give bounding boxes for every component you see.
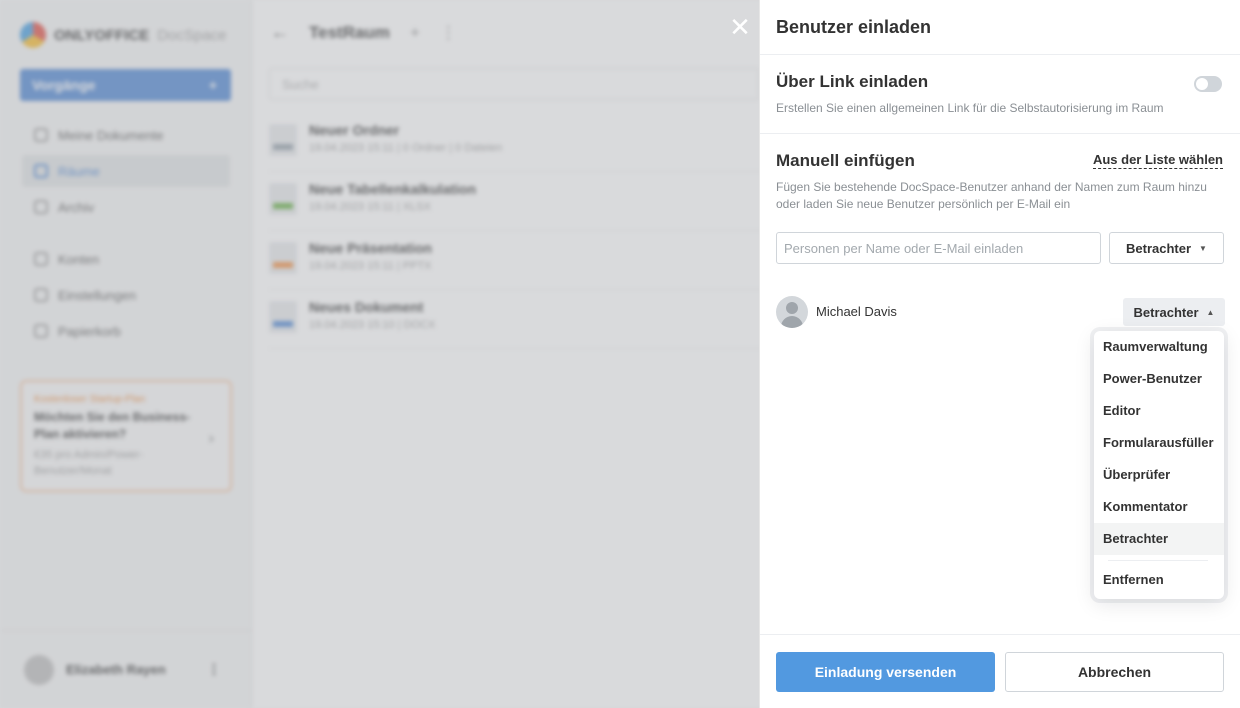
menu-divider <box>1108 560 1208 561</box>
caret-down-icon: ▼ <box>1199 243 1207 253</box>
avatar-shoulders <box>781 316 803 328</box>
role-option-form-filler[interactable]: Formularausfüller <box>1094 427 1224 459</box>
choose-from-list-link[interactable]: Aus der Liste wählen <box>1092 152 1223 169</box>
invite-link-toggle[interactable] <box>1194 76 1222 92</box>
panel-footer: Einladung versenden Abbrechen <box>760 634 1240 708</box>
invite-search-input[interactable] <box>776 232 1101 264</box>
manual-add-description: Fügen Sie bestehende DocSpace-Benutzer a… <box>776 180 1207 211</box>
invite-link-section: Über Link einladen Erstellen Sie einen a… <box>760 55 1240 134</box>
role-option-room-admin[interactable]: Raumverwaltung <box>1094 331 1224 363</box>
invite-users-panel: Benutzer einladen Über Link einladen Ers… <box>759 0 1240 708</box>
avatar <box>776 296 808 328</box>
send-invitation-button[interactable]: Einladung versenden <box>776 652 995 692</box>
close-icon[interactable]: ✕ <box>728 14 752 40</box>
role-option-editor[interactable]: Editor <box>1094 395 1224 427</box>
default-role-label: Betrachter <box>1126 240 1192 256</box>
invited-user-row: Michael Davis Betrachter ▲ <box>776 296 1226 328</box>
panel-title: Benutzer einladen <box>776 17 932 37</box>
invited-user-name: Michael Davis <box>816 304 897 319</box>
role-option-remove[interactable]: Entfernen <box>1094 564 1224 596</box>
role-dropdown-menu: Raumverwaltung Power-Benutzer Editor For… <box>1094 331 1224 599</box>
invite-link-description: Erstellen Sie einen allgemeinen Link für… <box>776 101 1164 115</box>
toggle-knob <box>1196 78 1208 90</box>
role-option-commenter[interactable]: Kommentator <box>1094 491 1224 523</box>
avatar-head <box>786 302 798 314</box>
caret-up-icon: ▲ <box>1206 307 1215 317</box>
invited-user-role-select[interactable]: Betrachter ▲ <box>1123 298 1225 326</box>
manual-add-title: Manuell einfügen <box>776 151 915 170</box>
role-option-viewer[interactable]: Betrachter <box>1094 523 1224 555</box>
cancel-button[interactable]: Abbrechen <box>1005 652 1224 692</box>
default-role-select[interactable]: Betrachter ▼ <box>1109 232 1224 264</box>
panel-header: Benutzer einladen <box>760 0 1240 55</box>
invited-user-role-label: Betrachter <box>1133 304 1199 320</box>
role-option-power-user[interactable]: Power-Benutzer <box>1094 363 1224 395</box>
invite-link-title: Über Link einladen <box>776 72 929 91</box>
role-option-reviewer[interactable]: Überprüfer <box>1094 459 1224 491</box>
